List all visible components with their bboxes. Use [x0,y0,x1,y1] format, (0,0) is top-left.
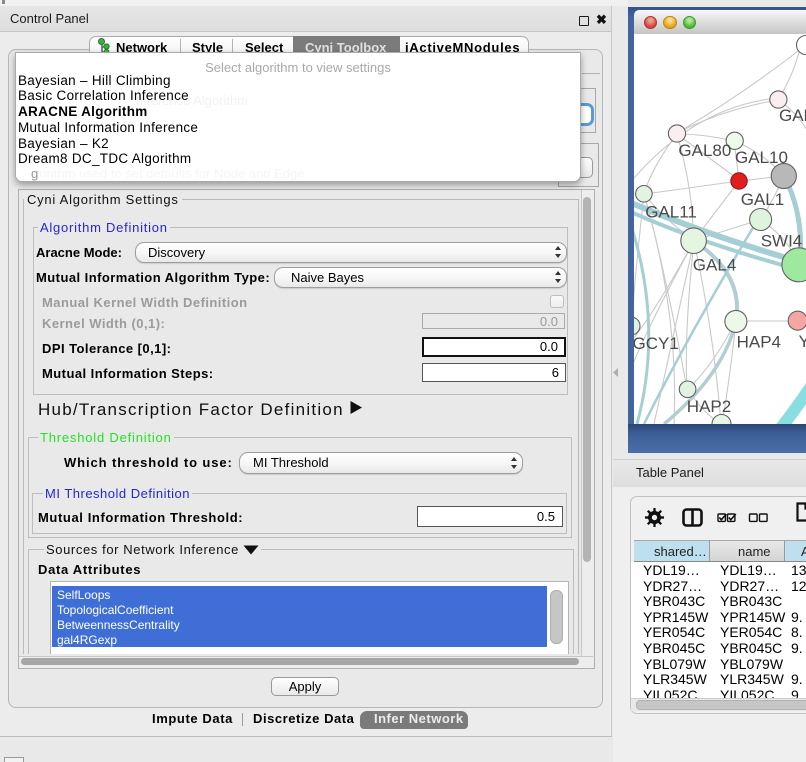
svg-text:SWI4: SWI4 [761,232,803,251]
svg-text:HAP4: HAP4 [737,333,781,352]
svg-text:GAL11: GAL11 [645,203,697,222]
svg-text:GCY1: GCY1 [634,334,679,353]
svg-text:YJ: YJ [799,332,806,351]
svg-text:GAL10: GAL10 [735,148,788,167]
svg-text:GAL80: GAL80 [678,141,731,160]
svg-text:GAL1: GAL1 [741,190,784,209]
svg-text:HAP2: HAP2 [687,397,731,416]
svg-text:GAL8: GAL8 [779,106,806,125]
svg-text:GAL4: GAL4 [693,256,736,275]
